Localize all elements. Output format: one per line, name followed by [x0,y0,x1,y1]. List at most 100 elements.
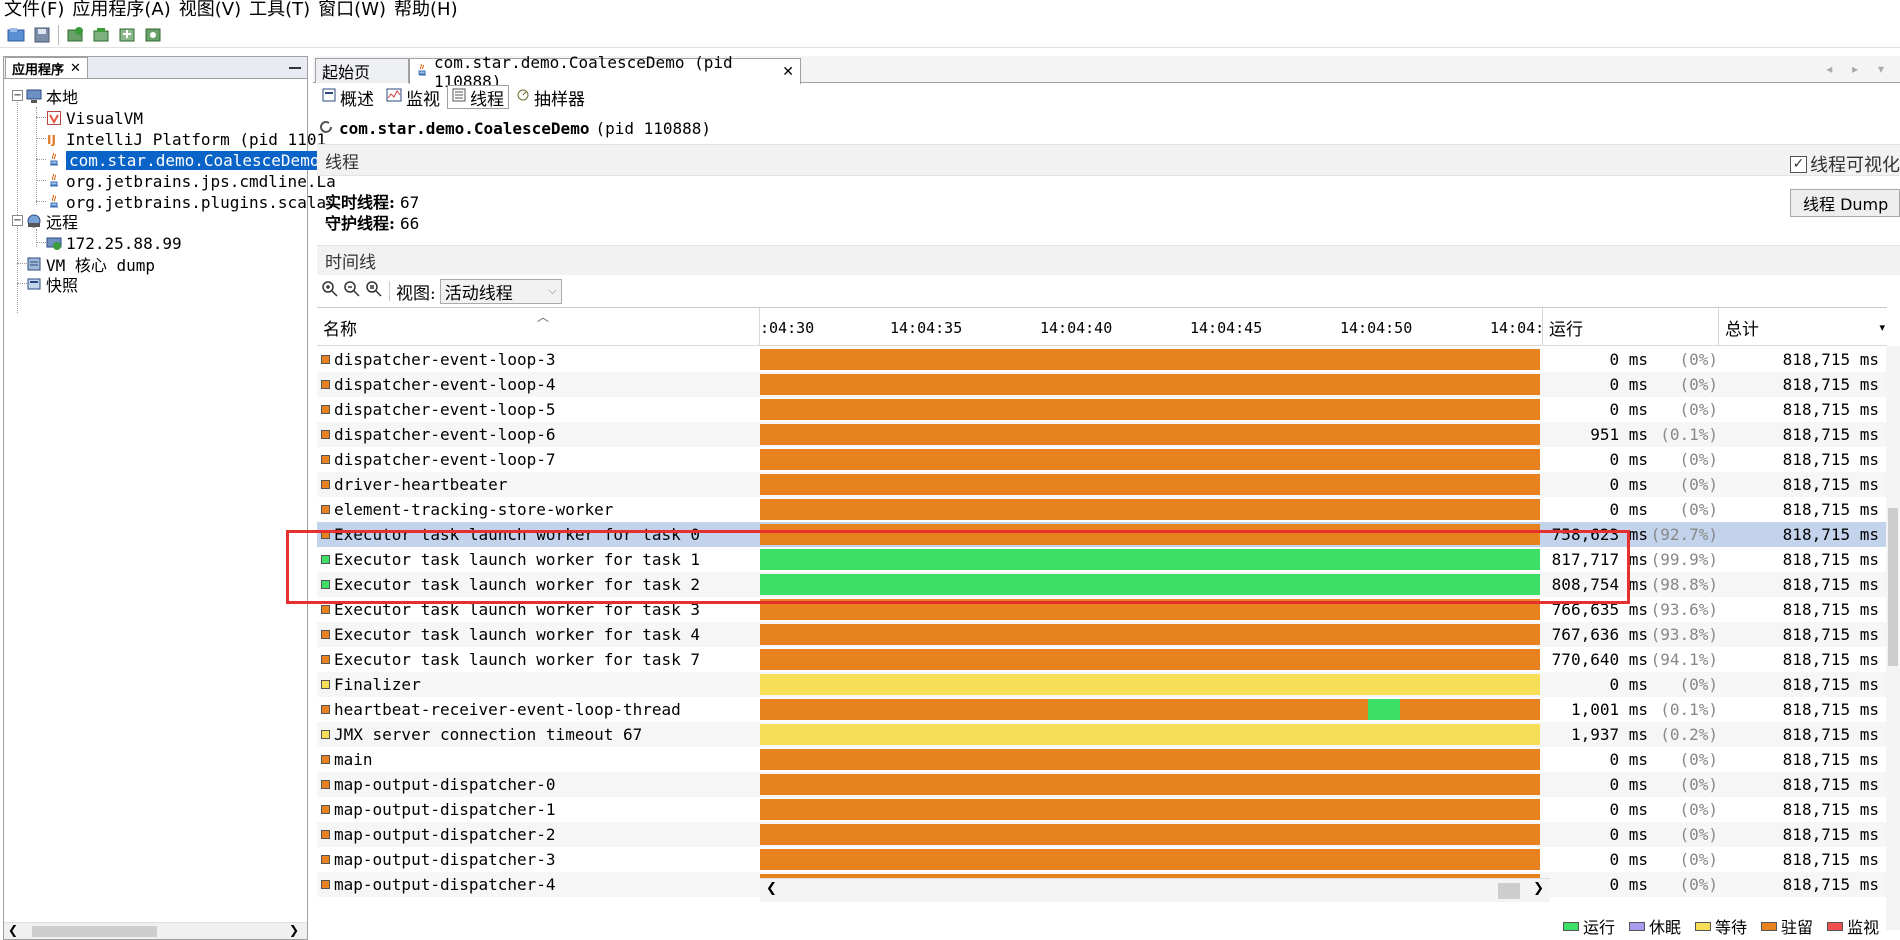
timeline-horizontal-scrollbar[interactable]: ❮ ❯ [760,878,1550,902]
scrollbar-thumb[interactable] [32,926,157,937]
table-row[interactable]: Executor task launch worker for task 7 77… [317,647,1887,672]
table-row[interactable]: map-output-dispatcher-2 0 ms (0%) 818,715 m… [317,822,1887,847]
scroll-right-icon[interactable]: ❯ [289,923,299,937]
running-percent: (92.7%) [1650,525,1718,544]
thread-name: dispatcher-event-loop-4 [334,375,556,394]
coredump-icon [26,256,42,272]
menu-help[interactable]: 帮助(H) [390,1,462,19]
app-header-pid: (pid 110888) [595,118,712,138]
tab-threads[interactable]: 线程 [447,85,509,110]
menu-application[interactable]: 应用程序(A) [68,1,174,19]
tab-coalesce-demo[interactable]: com.star.demo.CoalesceDemo (pid 110888) … [409,53,801,91]
table-header: 名称 ︿ :04:30 14:04:35 14:04:40 14:04:45 1… [317,308,1887,346]
tree-node-jps-cmdline[interactable]: org.jetbrains.jps.cmdline.La [46,170,336,192]
scrollbar-thumb[interactable] [1888,508,1898,666]
add-jmx-connection-icon[interactable] [65,25,85,45]
tree-node-remote[interactable]: 远程 [26,210,78,232]
applications-tab[interactable]: 应用程序 ✕ [5,57,88,78]
tree-node-intellij[interactable]: IJ IntelliJ Platform (pid 1101 [46,128,326,150]
view-select[interactable]: 活动线程 ⌵ [439,278,562,304]
add-snapshot-icon[interactable] [143,25,163,45]
total-time-cell: 818,715 ms [1782,650,1879,669]
running-time-value: 0 ms [1609,350,1648,369]
thread-name-cell: JMX server connection timeout 67 [319,722,759,747]
tab-monitor[interactable]: 监视 [381,85,445,110]
tab-start-page[interactable]: 起始页 [315,58,409,83]
thread-state-icon [321,355,330,364]
view-select-value: 活动线程 [444,283,513,304]
tree-node-remote-host[interactable]: 172.25.88.99 [46,232,182,254]
tree-label-remote: 远程 [46,213,79,232]
table-row[interactable]: dispatcher-event-loop-3 0 ms (0%) 818,715 m… [317,347,1887,372]
timeline-tick: 14:04:40 [1040,319,1113,337]
tree-line [17,95,18,313]
menu-file[interactable]: 文件(F) [0,1,68,19]
table-row[interactable]: dispatcher-event-loop-6 951 ms (0.1%) 818,7… [317,422,1887,447]
minimize-icon[interactable] [289,67,301,69]
table-row[interactable]: dispatcher-event-loop-5 0 ms (0%) 818,715 m… [317,397,1887,422]
tree-node-visualvm[interactable]: VisualVM [46,107,143,129]
close-icon[interactable]: ✕ [70,61,81,76]
table-row[interactable]: dispatcher-event-loop-4 0 ms (0%) 818,715 m… [317,372,1887,397]
running-percent: (0%) [1679,350,1718,369]
column-menu-icon[interactable]: ▾ [1879,321,1885,334]
column-header-total[interactable]: 总计 ▾ [1719,308,1887,346]
thread-state-icon [321,855,330,864]
tree-horizontal-scrollbar[interactable]: ❮ ❯ [4,922,307,939]
load-snapshot-icon[interactable] [6,25,26,45]
table-row[interactable]: Executor task launch worker for task 4 76… [317,622,1887,647]
table-row[interactable]: JMX server connection timeout 67 1,937 ms… [317,722,1887,747]
tree-node-snapshots[interactable]: 快照 [26,273,78,295]
legend-item-park: 驻留 [1761,914,1813,938]
table-row[interactable]: dispatcher-event-loop-7 0 ms (0%) 818,715 m… [317,447,1887,472]
visualize-threads-checkbox[interactable]: ✓ 线程可视化 [1790,151,1900,177]
menu-tools[interactable]: 工具(T) [245,1,314,19]
running-time-cell: 0 ms (0%) [1543,747,1718,772]
running-percent: (0.1%) [1660,425,1718,444]
scrollbar-thumb[interactable] [1498,883,1520,899]
table-row[interactable]: main 0 ms (0%) 818,715 ms [317,747,1887,772]
add-vm-coredump-icon[interactable] [117,25,137,45]
table-row[interactable]: map-output-dispatcher-1 0 ms (0%) 818,715 m… [317,797,1887,822]
add-remote-host-icon[interactable] [91,25,111,45]
tree-line [36,107,37,205]
save-icon[interactable] [32,25,52,45]
table-row[interactable]: map-output-dispatcher-0 0 ms (0%) 818,715 m… [317,772,1887,797]
zoom-fit-icon[interactable] [365,280,383,303]
column-header-running[interactable]: 运行 [1543,308,1719,346]
collapse-local-icon[interactable]: − [12,90,23,101]
table-row[interactable]: element-tracking-store-worker 0 ms (0%) 818… [317,497,1887,522]
collapse-remote-icon[interactable]: − [12,215,23,226]
running-time-value: 0 ms [1609,475,1648,494]
tab-sampler[interactable]: 抽样器 [511,85,590,110]
tree-node-coalesce-demo[interactable]: com.star.demo.CoalesceDemo [46,149,323,171]
legend-swatch [1629,921,1646,931]
zoom-out-icon[interactable] [343,280,361,303]
scroll-right-icon[interactable]: ❯ [1533,881,1544,896]
thread-state-icon [321,730,330,739]
running-time-value: 767,636 ms [1551,625,1648,644]
scroll-left-icon[interactable]: ❮ [8,923,18,937]
table-row[interactable]: driver-heartbeater 0 ms (0%) 818,715 ms [317,472,1887,497]
table-row[interactable]: map-output-dispatcher-3 0 ms (0%) 818,715 m… [317,847,1887,872]
tab-navigation-icon[interactable]: ◂ ▸ ▾ [1826,62,1892,76]
menu-view[interactable]: 视图(V) [175,1,245,19]
tree-node-scala-plugin[interactable]: org.jetbrains.plugins.scala. [46,191,336,213]
thread-state-icon [321,830,330,839]
column-header-timeline[interactable]: :04:30 14:04:35 14:04:40 14:04:45 14:04:… [760,308,1544,346]
zoom-in-icon[interactable] [321,280,339,303]
checkbox-checked-icon[interactable]: ✓ [1790,155,1807,173]
table-row[interactable]: heartbeat-receiver-event-loop-thread 1,00… [317,697,1887,722]
highlight-annotation [286,530,1630,604]
thread-dump-button[interactable]: 线程 Dump [1790,189,1900,217]
total-time-cell: 818,715 ms [1782,500,1879,519]
column-header-name[interactable]: 名称 ︿ [317,308,760,346]
table-vertical-scrollbar[interactable] [1886,346,1900,930]
table-row[interactable]: Finalizer 0 ms (0%) 818,715 ms [317,672,1887,697]
scroll-left-icon[interactable]: ❮ [766,881,777,896]
close-icon[interactable]: ✕ [782,64,794,80]
tree-node-local[interactable]: 本地 [26,85,78,107]
thread-state-icon [321,505,330,514]
menu-window[interactable]: 窗口(W) [314,1,390,19]
tab-overview[interactable]: 概述 [317,85,379,110]
